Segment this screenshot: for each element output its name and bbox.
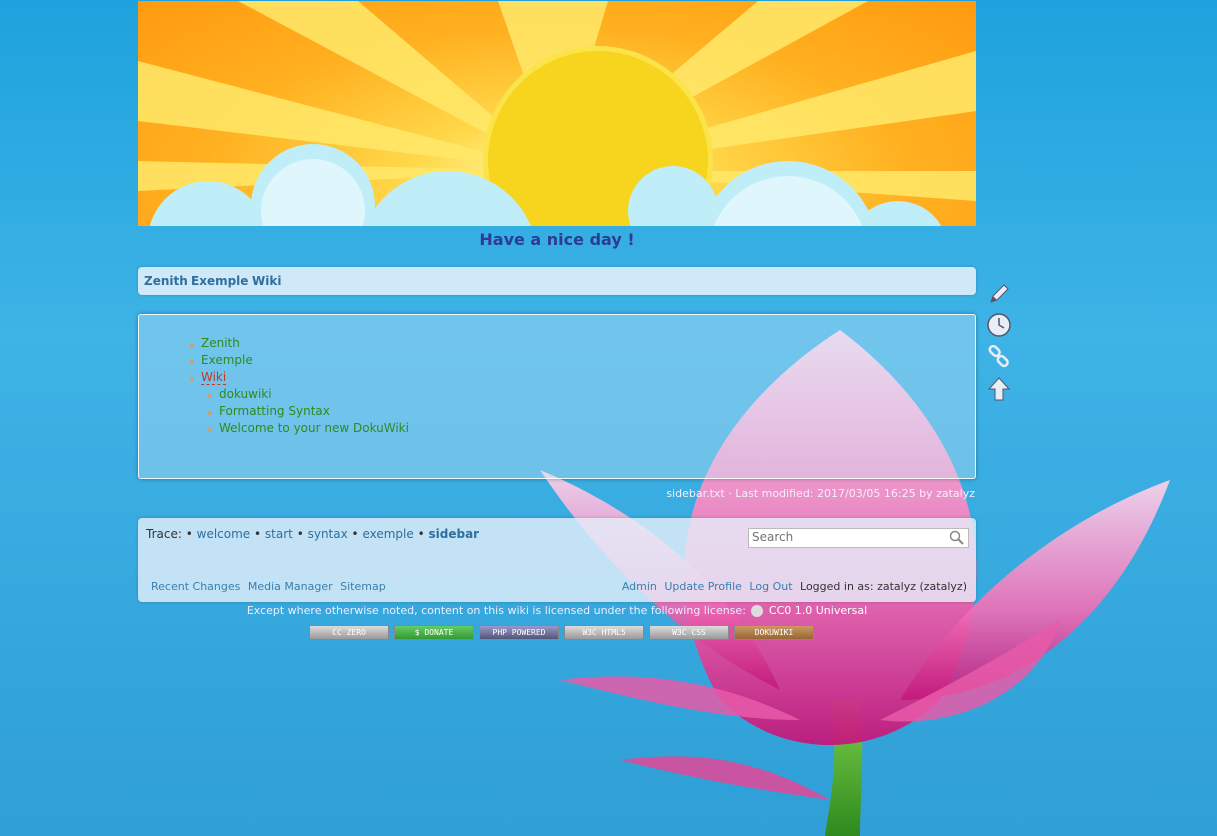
- trace-sep: •: [185, 527, 197, 541]
- admin-link[interactable]: Admin: [622, 580, 657, 593]
- trace-label: Trace:: [146, 527, 182, 541]
- edit-icon[interactable]: [985, 280, 1013, 308]
- trace-link-welcome[interactable]: welcome: [197, 527, 251, 541]
- backlinks-icon[interactable]: [985, 343, 1013, 371]
- trace-sep: •: [296, 527, 308, 541]
- footer-badges: CC ZERO $ DONATE PHP POWERED W3C HTML5 W…: [309, 625, 814, 640]
- sitemap-link[interactable]: Sitemap: [340, 580, 386, 593]
- license-notice: Except where otherwise noted, content on…: [138, 604, 976, 617]
- logout-link[interactable]: Log Out: [749, 580, 792, 593]
- list-bullet: [208, 411, 212, 415]
- page-info: sidebar.txt · Last modified: 2017/03/05 …: [666, 487, 975, 500]
- footer-links-left: Recent Changes Media Manager Sitemap: [151, 580, 390, 593]
- list-bullet: [190, 360, 194, 364]
- search-box: [748, 528, 969, 548]
- recent-changes-link[interactable]: Recent Changes: [151, 580, 240, 593]
- dokuwiki-badge[interactable]: DOKUWIKI: [734, 625, 814, 640]
- list-link-formatting-syntax[interactable]: Formatting Syntax: [219, 404, 330, 418]
- breadcrumb-trace: Trace: • welcome • start • syntax • exem…: [146, 527, 479, 541]
- search-input[interactable]: [749, 529, 945, 545]
- trace-link-syntax[interactable]: syntax: [308, 527, 348, 541]
- trace-link-start[interactable]: start: [265, 527, 293, 541]
- footer-links-right: Admin Update Profile Log Out Logged in a…: [622, 580, 967, 593]
- menu-item-wiki[interactable]: Wiki: [252, 274, 281, 288]
- license-text: Except where otherwise noted, content on…: [246, 604, 746, 617]
- trace-link-exemple[interactable]: exemple: [362, 527, 413, 541]
- cc-zero-badge[interactable]: CC ZERO: [309, 625, 389, 640]
- list-link-zenith[interactable]: Zenith: [201, 336, 240, 350]
- back-to-top-icon[interactable]: [985, 375, 1013, 403]
- header-banner-image: [138, 1, 976, 226]
- cc-icon: [751, 605, 764, 617]
- media-manager-link[interactable]: Media Manager: [248, 580, 333, 593]
- list-bullet: [208, 428, 212, 432]
- page-content: Zenith Exemple Wiki dokuwiki Formatting …: [138, 314, 976, 479]
- list-link-exemple[interactable]: Exemple: [201, 353, 253, 367]
- trace-sep: •: [254, 527, 265, 541]
- logged-in-status: Logged in as: zatalyz (zatalyz): [800, 580, 967, 593]
- list-link-wiki[interactable]: Wiki: [201, 370, 227, 385]
- footer-panel: Trace: • welcome • start • syntax • exem…: [138, 518, 976, 602]
- site-tagline: Have a nice day !: [479, 230, 635, 249]
- list-link-welcome[interactable]: Welcome to your new DokuWiki: [219, 421, 409, 435]
- list-bullet: [190, 377, 194, 381]
- menu-item-zenith[interactable]: Zenith: [144, 274, 188, 288]
- php-powered-badge[interactable]: PHP POWERED: [479, 625, 559, 640]
- top-menu: Zenith Exemple Wiki: [138, 267, 976, 295]
- trace-sep: •: [417, 527, 429, 541]
- list-bullet: [208, 394, 212, 398]
- update-profile-link[interactable]: Update Profile: [664, 580, 742, 593]
- trace-sep: •: [351, 527, 363, 541]
- history-icon[interactable]: [985, 311, 1013, 339]
- donate-badge[interactable]: $ DONATE: [394, 625, 474, 640]
- list-link-dokuwiki[interactable]: dokuwiki: [219, 387, 272, 401]
- css-badge[interactable]: W3C CSS: [649, 625, 729, 640]
- menu-item-exemple[interactable]: Exemple: [191, 274, 248, 288]
- html5-badge[interactable]: W3C HTML5: [564, 625, 644, 640]
- trace-link-sidebar[interactable]: sidebar: [429, 527, 480, 541]
- license-link[interactable]: CC0 1.0 Universal: [769, 604, 867, 617]
- list-bullet: [190, 343, 194, 347]
- search-icon[interactable]: [949, 530, 965, 546]
